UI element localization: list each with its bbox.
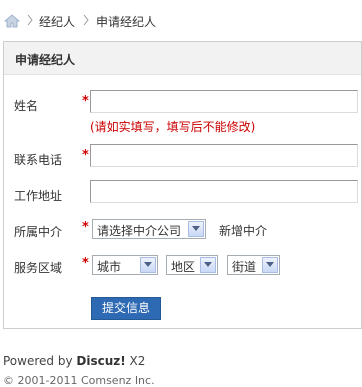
panel-title: 申请经纪人 [15,53,76,67]
street-select[interactable]: 街道 [227,255,280,275]
apply-agent-panel: 申请经纪人 姓名 * (请如实填写，填写后不能修改) 联系电话 * 工作地址 所… [3,41,362,329]
powered-by-text: Powered by [3,354,77,368]
area-label: 服务区域 [14,261,63,275]
add-agency-link[interactable]: 新增中介 [219,222,267,239]
breadcrumb: 经纪人 申请经纪人 [0,0,362,40]
required-mark: * [82,256,89,271]
submit-button[interactable]: 提交信息 [91,297,161,320]
chevron-down-icon [140,257,156,273]
name-input[interactable] [90,90,358,113]
city-select[interactable]: 城市 [92,255,158,275]
agency-label: 所属中介 [14,225,63,239]
address-label: 工作地址 [14,189,63,203]
chevron-down-icon [262,257,278,273]
home-icon[interactable] [3,14,21,28]
name-label: 姓名 [14,99,39,113]
required-mark: * [82,94,89,109]
version-text: X2 [125,354,146,368]
district-select[interactable]: 地区 [166,255,218,275]
chevron-right-icon [26,14,34,26]
address-input[interactable] [90,180,358,203]
discuz-link[interactable]: Discuz! [76,354,125,368]
breadcrumb-current: 申请经纪人 [96,15,157,29]
agency-select[interactable]: 请选择中介公司 [92,219,206,239]
breadcrumb-link-agent[interactable]: 经纪人 [39,13,75,30]
phone-label: 联系电话 [14,153,63,167]
agency-select-value: 请选择中介公司 [97,224,182,238]
city-select-value: 城市 [97,260,122,274]
street-select-value: 街道 [232,260,257,274]
footer-copyright: © 2001-2011 Comsenz Inc. [3,374,155,387]
chevron-down-icon [200,257,216,273]
name-hint: (请如实填写，填写后不能修改) [90,120,256,134]
required-mark: * [82,220,89,235]
required-mark: * [82,148,89,163]
chevron-down-icon [188,221,204,237]
district-select-value: 地区 [171,260,196,274]
panel-header: 申请经纪人 [4,42,361,75]
chevron-right-icon [82,14,90,26]
phone-input[interactable] [90,144,358,167]
footer-powered-by: Powered by Discuz! X2 [3,354,145,368]
